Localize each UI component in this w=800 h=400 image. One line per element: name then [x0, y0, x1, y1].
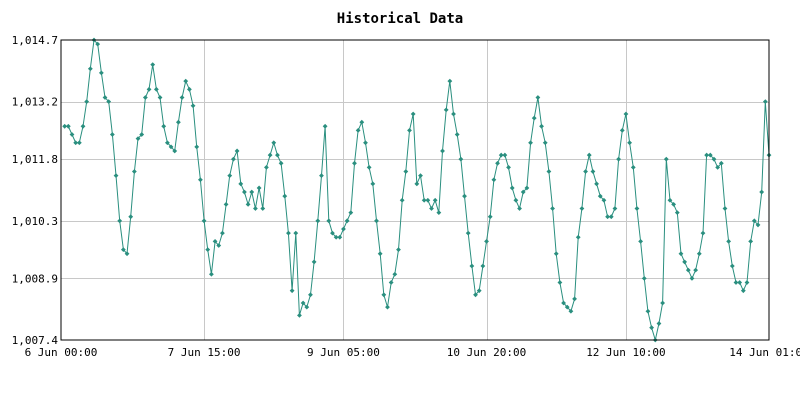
x-tick-label: 7 Jun 15:00: [168, 346, 241, 359]
y-tick-label: 1,011.8: [12, 153, 58, 166]
chart-title: Historical Data: [337, 11, 463, 27]
y-tick-label: 1,014.7: [12, 34, 58, 47]
x-tick-label: 12 Jun 10:00: [586, 346, 665, 359]
y-tick-label: 1,013.2: [12, 96, 58, 109]
y-tick-label: 1,010.3: [12, 215, 58, 228]
x-tick-label: 9 Jun 05:00: [307, 346, 380, 359]
y-tick-label: 1,008.9: [12, 272, 58, 285]
line-chart: Historical Data 1,007.41,008.91,010.31,0…: [0, 0, 800, 400]
x-tick-label: 14 Jun 01:00: [729, 346, 800, 359]
x-tick-label: 6 Jun 00:00: [25, 346, 98, 359]
x-tick-label: 10 Jun 20:00: [447, 346, 526, 359]
